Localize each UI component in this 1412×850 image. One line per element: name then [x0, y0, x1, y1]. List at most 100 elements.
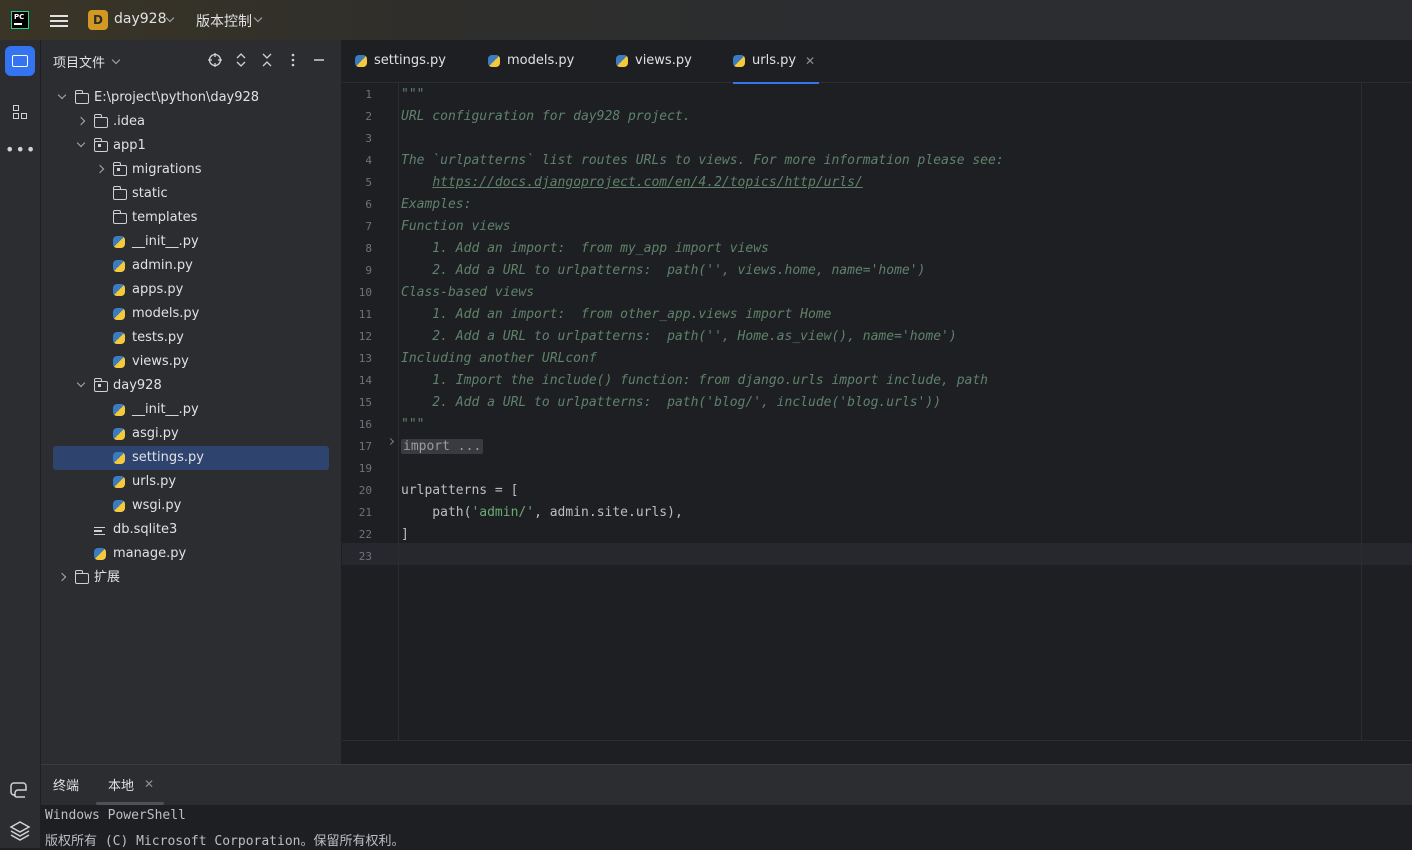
expand-all-icon[interactable]	[233, 52, 249, 68]
folder-icon	[75, 90, 89, 104]
code-line[interactable]: Function views	[401, 216, 511, 238]
python-file-icon	[113, 332, 125, 344]
python-file-icon	[113, 260, 125, 272]
python-console-button[interactable]	[5, 775, 35, 805]
tree-item[interactable]: wsgi.py	[53, 494, 329, 518]
line-number: 20	[358, 484, 372, 497]
tree-item-label: 扩展	[94, 570, 121, 585]
python-icon	[10, 782, 27, 798]
line-number: 8	[365, 242, 372, 255]
code-line[interactable]: URL configuration for day928 project.	[401, 106, 691, 128]
code-line[interactable]: ]	[401, 524, 409, 546]
tree-item[interactable]: E:\project\python\day928	[53, 86, 329, 110]
panel-title[interactable]: 项目文件	[53, 52, 105, 71]
line-number: 15	[358, 396, 372, 409]
structure-icon	[21, 113, 27, 119]
code-line[interactable]: The `urlpatterns` list routes URLs to vi…	[401, 150, 1004, 172]
chevron-down-icon[interactable]	[76, 138, 86, 148]
chevron-down-icon[interactable]	[253, 13, 263, 23]
tree-item[interactable]: models.py	[53, 302, 329, 326]
python-file-icon	[94, 548, 106, 560]
pycharm-logo-icon: PC	[11, 11, 29, 29]
python-file-icon	[355, 55, 367, 67]
chevron-right-icon[interactable]	[76, 116, 86, 126]
line-number-gutter: 1 2 3 4 5 6 7 8 9 10 11 12 13 14 15 16 17 19 20 21 22 23	[342, 82, 399, 740]
terminal-line: 版权所有 (C) Microsoft Corporation。保留所有权利。	[45, 834, 405, 849]
terminal-header: 终端 本地 ✕	[41, 765, 1412, 805]
locate-icon[interactable]	[207, 52, 223, 68]
close-icon[interactable]: ✕	[805, 40, 815, 82]
chevron-down-icon[interactable]	[111, 55, 121, 65]
editor-tab[interactable]: settings.py	[355, 40, 455, 82]
tree-item-label: settings.py	[132, 450, 204, 465]
services-button[interactable]	[5, 816, 35, 846]
code-line[interactable]: https://docs.djangoproject.com/en/4.2/to…	[401, 172, 862, 194]
main-menu-icon[interactable]	[50, 12, 68, 28]
tree-item[interactable]: static	[53, 182, 329, 206]
project-name[interactable]: day928	[114, 11, 166, 27]
code-line[interactable]: path('admin/', admin.site.urls),	[401, 502, 683, 524]
code-line[interactable]: 2. Add a URL to urlpatterns: path('', Ho…	[401, 326, 956, 348]
tree-item[interactable]: apps.py	[53, 278, 329, 302]
tree-item[interactable]: 扩展	[53, 566, 329, 590]
project-tool-button[interactable]	[5, 46, 35, 76]
structure-tool-button[interactable]	[5, 97, 35, 127]
code-line[interactable]: Including another URLconf	[401, 348, 597, 370]
tree-item[interactable]: urls.py	[53, 470, 329, 494]
vcs-menu[interactable]: 版本控制	[196, 11, 252, 31]
horizontal-scrollbar[interactable]	[342, 740, 1412, 765]
chevron-down-icon[interactable]	[76, 378, 86, 388]
code-line[interactable]: Examples:	[401, 194, 471, 216]
tree-item[interactable]: __init__.py	[53, 230, 329, 254]
code-line[interactable]: 2. Add a URL to urlpatterns: path('', vi…	[401, 260, 925, 282]
tree-item[interactable]: .idea	[53, 110, 329, 134]
tree-item[interactable]: app1	[53, 134, 329, 158]
line-number: 14	[358, 374, 372, 387]
tree-item[interactable]: tests.py	[53, 326, 329, 350]
package-folder-icon	[94, 378, 108, 392]
terminal-title: 终端	[53, 779, 80, 794]
code-line[interactable]: 1. Add an import: from my_app import vie…	[401, 238, 769, 260]
hide-panel-icon[interactable]	[311, 52, 327, 68]
folded-imports[interactable]: import ...	[401, 439, 484, 454]
line-number: 19	[358, 462, 372, 475]
python-file-icon	[488, 55, 500, 67]
tree-item-label: views.py	[132, 354, 189, 369]
code-line[interactable]: 1. Add an import: from other_app.views i…	[401, 304, 831, 326]
code-area[interactable]: """ URL configuration for day928 project.…	[401, 82, 1411, 740]
code-line[interactable]: 2. Add a URL to urlpatterns: path('blog/…	[401, 392, 941, 414]
chevron-right-icon[interactable]	[57, 572, 67, 582]
tree-item[interactable]: admin.py	[53, 254, 329, 278]
code-line[interactable]: Class-based views	[401, 282, 534, 304]
tree-item[interactable]: manage.py	[53, 542, 329, 566]
tree-item[interactable]: day928	[53, 374, 329, 398]
project-badge[interactable]: D	[88, 10, 108, 30]
options-icon[interactable]	[285, 52, 301, 68]
chevron-down-icon[interactable]	[57, 90, 67, 100]
tree-item[interactable]: asgi.py	[53, 422, 329, 446]
doc-link[interactable]: https://docs.djangoproject.com/en/4.2/to…	[432, 175, 862, 190]
code-line[interactable]: 1. Import the include() function: from d…	[401, 370, 988, 392]
chevron-down-icon[interactable]	[165, 13, 175, 23]
code-line[interactable]: urlpatterns = [	[401, 480, 518, 502]
tree-item[interactable]: views.py	[53, 350, 329, 374]
tree-item-label: models.py	[132, 306, 200, 321]
code-line[interactable]: """	[401, 84, 424, 106]
tree-item[interactable]: migrations	[53, 158, 329, 182]
folder-icon	[113, 186, 127, 200]
tree-item[interactable]: templates	[53, 206, 329, 230]
code-line[interactable]: """	[401, 414, 424, 436]
code-line[interactable]: import ...	[401, 436, 484, 458]
collapse-all-icon[interactable]	[259, 52, 275, 68]
editor-tab[interactable]: urls.py ✕	[733, 40, 819, 84]
editor-tab[interactable]: views.py	[616, 40, 716, 82]
chevron-right-icon[interactable]	[95, 164, 105, 174]
close-icon[interactable]: ✕	[144, 777, 154, 791]
project-panel: 项目文件 E:\project\python\day928 .idea app1 mi…	[41, 40, 342, 764]
more-tools-icon[interactable]: •••	[5, 137, 35, 167]
terminal-tab-local[interactable]: 本地	[108, 775, 134, 794]
tree-item[interactable]: db.sqlite3	[53, 518, 329, 542]
tree-item[interactable]: settings.py	[53, 446, 329, 470]
editor-tab[interactable]: models.py	[488, 40, 588, 82]
tree-item[interactable]: __init__.py	[53, 398, 329, 422]
